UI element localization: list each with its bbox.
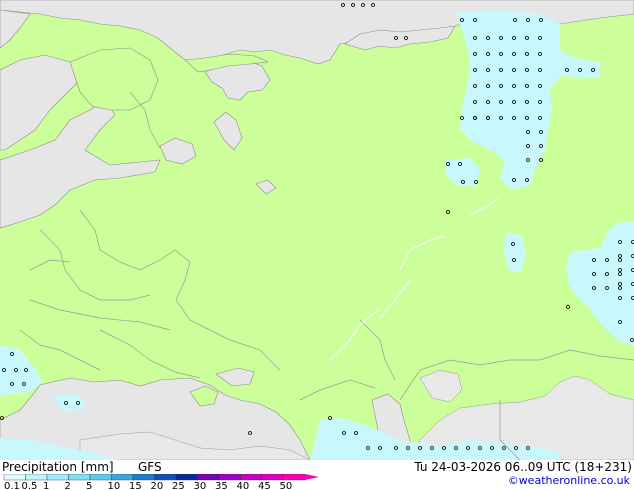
scale-swatch xyxy=(154,474,177,481)
scale-swatch xyxy=(261,474,284,481)
precipitation-map xyxy=(0,0,634,460)
scale-label: 45 xyxy=(258,481,271,490)
scale-swatch xyxy=(111,474,134,481)
legend-title: Precipitation [mm] xyxy=(2,460,114,474)
scale-swatch xyxy=(68,474,91,481)
model-label: GFS xyxy=(138,460,162,474)
scale-label: 20 xyxy=(151,481,164,490)
color-scale: 0.1 0.5 1 2 5 10 15 20 25 30 35 40 45 50 xyxy=(3,474,319,490)
scale-swatch xyxy=(283,474,306,481)
scale-label: 0.1 xyxy=(4,481,20,490)
map-svg xyxy=(0,0,634,460)
scale-arrow xyxy=(305,474,319,480)
scale-label: 25 xyxy=(172,481,185,490)
scale-swatch xyxy=(240,474,263,481)
scale-label: 2 xyxy=(65,481,71,490)
scale-label: 35 xyxy=(215,481,228,490)
scale-label: 30 xyxy=(194,481,207,490)
scale-swatch xyxy=(175,474,198,481)
scale-swatch xyxy=(197,474,220,481)
valid-time: Tu 24-03-2026 06..09 UTC (18+231) xyxy=(414,460,632,474)
scale-label: 1 xyxy=(43,481,49,490)
scale-label: 40 xyxy=(237,481,250,490)
scale-label: 10 xyxy=(108,481,121,490)
scale-swatch xyxy=(132,474,155,481)
scale-label: 0.5 xyxy=(22,481,38,490)
scale-label: 5 xyxy=(86,481,92,490)
scale-swatch xyxy=(3,474,26,481)
scale-swatch xyxy=(25,474,48,481)
scale-swatch xyxy=(218,474,241,481)
scale-label: 50 xyxy=(280,481,293,490)
scale-swatch xyxy=(89,474,112,481)
scale-label: 15 xyxy=(129,481,142,490)
scale-swatch xyxy=(46,474,69,481)
